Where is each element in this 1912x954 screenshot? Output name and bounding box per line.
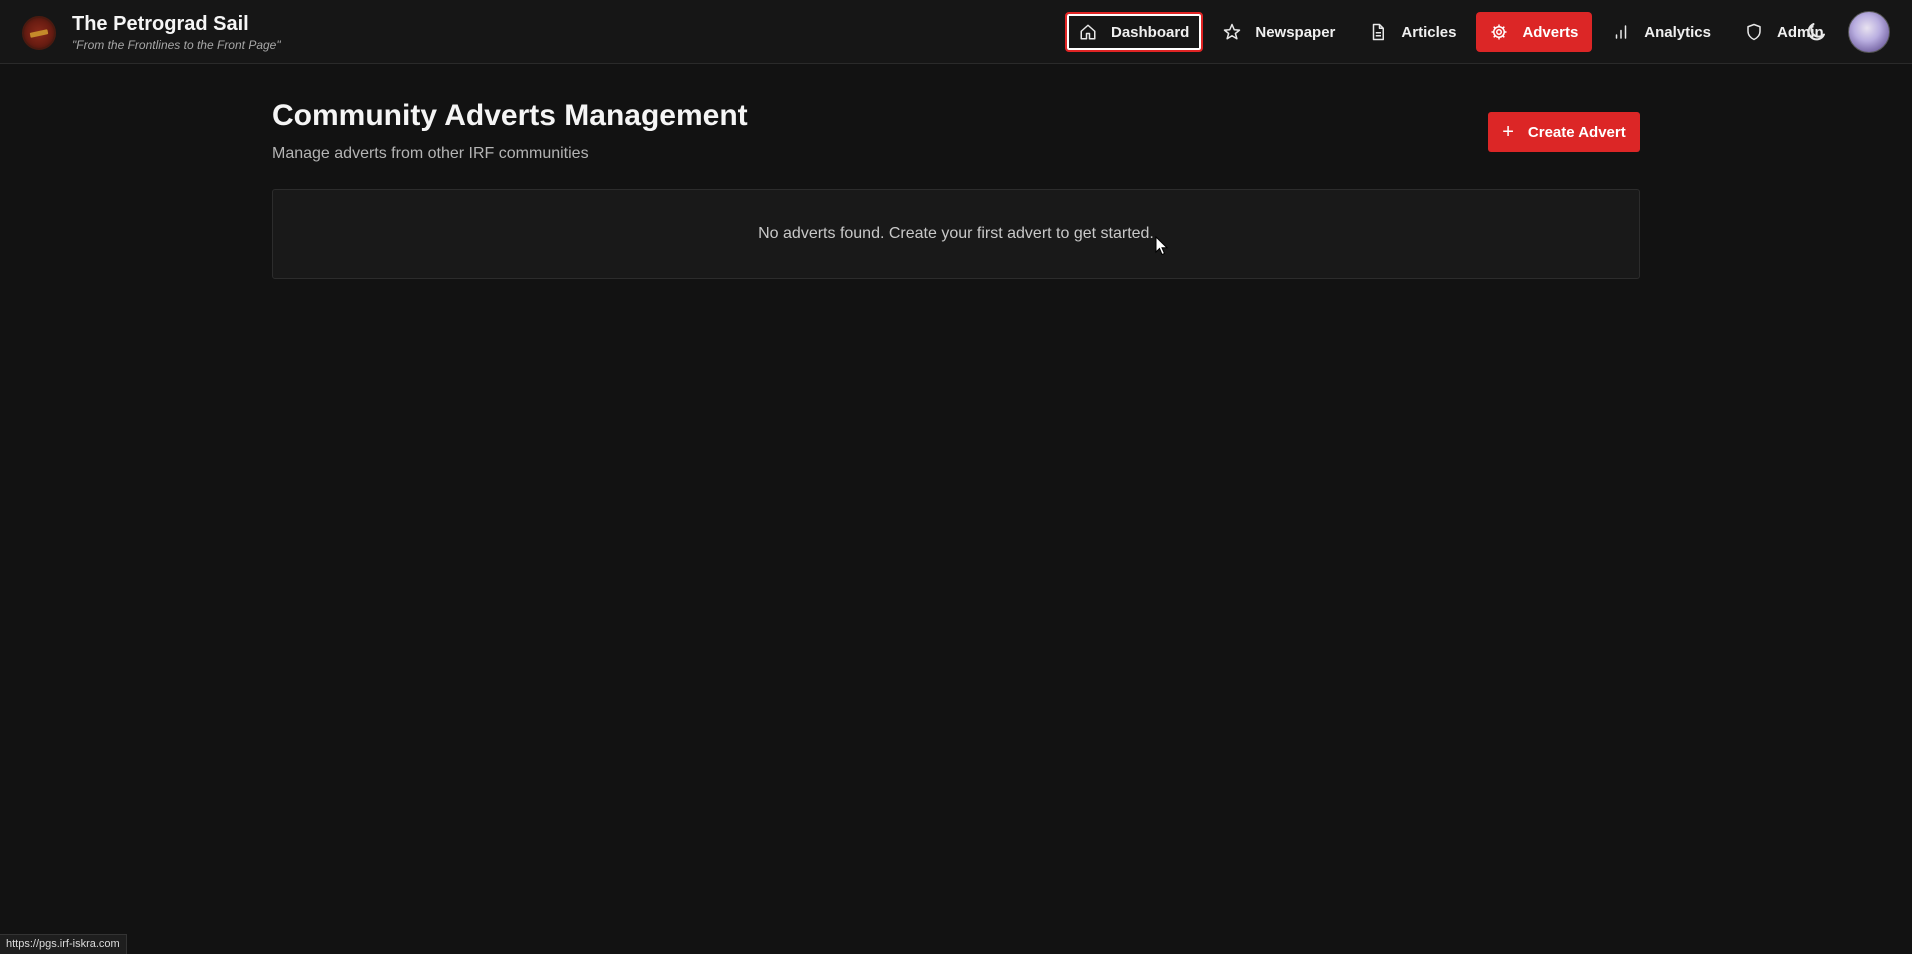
nav-analytics[interactable]: Analytics	[1598, 12, 1725, 52]
page-title: Community Adverts Management	[272, 99, 748, 132]
gear-icon	[1490, 23, 1508, 41]
theme-toggle-button[interactable]	[1804, 20, 1828, 44]
nav-analytics-label: Analytics	[1644, 23, 1711, 41]
empty-state-card: No adverts found. Create your first adve…	[272, 189, 1640, 279]
create-advert-label: Create Advert	[1527, 123, 1626, 141]
brand-tagline: "From the Frontlines to the Front Page"	[72, 38, 281, 52]
empty-state-message: No adverts found. Create your first adve…	[758, 225, 1154, 242]
status-bar-url: https://pgs.irf-iskra.com	[0, 934, 127, 954]
mouse-cursor-icon	[1155, 235, 1169, 256]
nav-newspaper-label: Newspaper	[1255, 23, 1336, 41]
create-advert-button[interactable]: + Create Advert	[1488, 112, 1640, 152]
user-avatar[interactable]	[1848, 11, 1890, 53]
moon-icon	[1807, 23, 1825, 41]
nav-articles-label: Articles	[1401, 23, 1457, 41]
nav-newspaper[interactable]: Newspaper	[1209, 12, 1349, 52]
nav-articles[interactable]: Articles	[1355, 12, 1470, 52]
document-icon	[1369, 23, 1387, 41]
bar-chart-icon	[1612, 23, 1630, 41]
nav-adverts-label: Adverts	[1522, 23, 1579, 41]
logo-icon	[22, 15, 56, 50]
main-content: Community Adverts Management Manage adve…	[272, 96, 1640, 279]
brand-title: The Petrograd Sail	[72, 13, 249, 35]
page-subtitle: Manage adverts from other IRF communitie…	[272, 145, 589, 162]
star-icon	[1223, 23, 1241, 41]
top-navigation-bar: The Petrograd Sail "From the Frontlines …	[0, 0, 1912, 64]
nav-dashboard-label: Dashboard	[1111, 23, 1190, 41]
home-icon	[1079, 23, 1097, 41]
brand[interactable]: The Petrograd Sail "From the Frontlines …	[22, 13, 281, 52]
nav-dashboard[interactable]: Dashboard	[1065, 12, 1204, 52]
shield-icon	[1745, 23, 1763, 41]
nav-adverts[interactable]: Adverts	[1476, 12, 1593, 52]
main-nav: Dashboard Newspaper Articles Adverts Ana…	[1065, 12, 1844, 52]
plus-icon: +	[1502, 121, 1514, 143]
